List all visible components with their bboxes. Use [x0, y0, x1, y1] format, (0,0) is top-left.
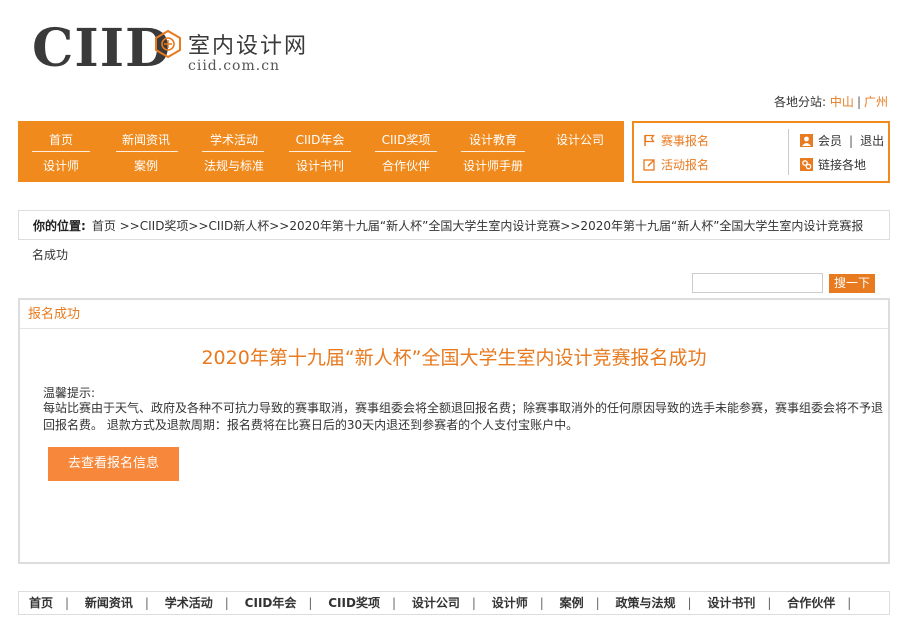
branch-sites: 各地分站: 中山 | 广州 [774, 95, 888, 109]
footer-link-annual[interactable]: CIID年会 [245, 596, 297, 610]
logo-url: ciid.com.cn [188, 58, 281, 74]
branch-sites-label: 各地分站: [774, 95, 827, 109]
nav-divider [375, 151, 437, 152]
breadcrumb: 你的位置: 首页 >>CIID奖项>>CIID新人杯>>2020年第十九届“新人杯… [18, 210, 890, 240]
nav-awards[interactable]: CIID奖项 [370, 131, 442, 148]
flag-icon [644, 134, 655, 146]
contest-signup-label: 赛事报名 [661, 134, 710, 148]
footer-nav: 首页 | 新闻资讯 | 学术活动 | CIID年会 | CIID奖项 | 设计公司 | 设计… [18, 591, 890, 615]
nav-companies[interactable]: 设计公司 [544, 131, 616, 148]
page-title: 2020年第十九届“新人杯”全国大学生室内设计竞赛报名成功 [201, 347, 707, 369]
nav-news[interactable]: 新闻资讯 [110, 131, 182, 148]
footer-link-companies[interactable]: 设计公司 [412, 596, 460, 610]
nav-handbook[interactable]: 设计师手册 [457, 157, 529, 174]
nav-academic[interactable]: 学术活动 [198, 131, 270, 148]
nav-home[interactable]: 首页 [25, 131, 97, 148]
logo-mark: CIID [32, 18, 172, 79]
nav-divider [116, 151, 178, 152]
footer-link-cases[interactable]: 案例 [560, 596, 584, 610]
event-signup-link[interactable]: 活动报名 [643, 156, 709, 173]
nav-cases[interactable]: 案例 [110, 157, 182, 174]
signup-success-panel: 报名成功 2020年第十九届“新人杯”全国大学生室内设计竞赛报名成功 温馨提示:… [18, 298, 890, 564]
panel-header: 报名成功 [20, 300, 888, 329]
notice-label: 温馨提示: [43, 386, 96, 400]
quick-divider [788, 129, 789, 175]
link-icon [800, 158, 813, 171]
view-signup-info-button[interactable]: 去查看报名信息 [48, 447, 179, 481]
nav-divider [32, 151, 90, 152]
nav-divider [202, 151, 264, 152]
footer-link-news[interactable]: 新闻资讯 [85, 596, 133, 610]
edit-icon [643, 159, 655, 171]
footer-link-designers[interactable]: 设计师 [492, 596, 528, 610]
footer-link-academic[interactable]: 学术活动 [165, 596, 213, 610]
site-logo[interactable]: CIID 室内设计网 ciid.com.cn [32, 18, 322, 79]
footer-link-awards[interactable]: CIID奖项 [328, 596, 380, 610]
member-link[interactable]: 会员 [818, 132, 842, 149]
breadcrumb-continued[interactable]: 名成功 [32, 246, 68, 263]
logo-name: 室内设计网 [188, 34, 309, 59]
contest-signup-link[interactable]: 赛事报名 [643, 132, 709, 149]
nav-regulations[interactable]: 法规与标准 [198, 157, 270, 174]
site-link-zhongshan[interactable]: 中山 [830, 95, 854, 109]
logout-link[interactable]: 退出 [860, 132, 884, 149]
nav-designers[interactable]: 设计师 [25, 157, 97, 174]
breadcrumb-label: 你的位置: [33, 219, 86, 233]
footer-link-policy[interactable]: 政策与法规 [616, 596, 676, 610]
footer-link-publications[interactable]: 设计书刊 [707, 596, 755, 610]
search-button[interactable]: 搜一下 [829, 274, 875, 293]
footer-link-home[interactable]: 首页 [29, 596, 53, 610]
logo-seal-icon [155, 30, 181, 58]
search-input[interactable] [692, 273, 823, 293]
footer-link-partners[interactable]: 合作伙伴 [787, 596, 835, 610]
main-nav: 首页 新闻资讯 学术活动 CIID年会 CIID奖项 设计教育 设计公司 设计师… [18, 121, 624, 182]
notice-text: 每站比赛由于天气、政府及各种不可抗力导致的赛事取消，赛事组委会将全额退回报名费；… [43, 401, 884, 432]
nav-annual[interactable]: CIID年会 [284, 131, 356, 148]
nav-divider [289, 151, 351, 152]
member-area: 会员 | 退出 [800, 132, 884, 149]
site-link-guangzhou[interactable]: 广州 [864, 95, 888, 109]
nav-publications[interactable]: 设计书刊 [284, 157, 356, 174]
breadcrumb-path[interactable]: 首页 >>CIID奖项>>CIID新人杯>>2020年第十九届“新人杯”全国大学… [92, 219, 864, 233]
event-signup-label: 活动报名 [661, 158, 710, 172]
nav-education[interactable]: 设计教育 [457, 131, 529, 148]
nav-partners[interactable]: 合作伙伴 [370, 157, 442, 174]
nav-divider [461, 151, 525, 152]
user-icon [800, 134, 813, 147]
local-links-label: 链接各地 [818, 158, 867, 172]
quick-links: 赛事报名 活动报名 会员 | 退出 链接各地 [632, 121, 890, 183]
local-links[interactable]: 链接各地 [800, 156, 866, 173]
